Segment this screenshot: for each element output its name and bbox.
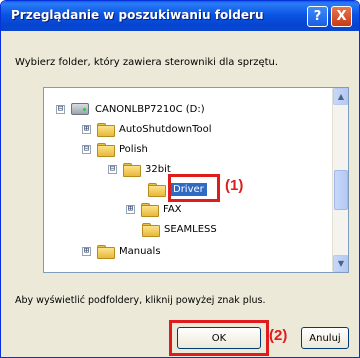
tree-item-polish[interactable]: ⊟ Polish — [82, 140, 148, 158]
folder-tree[interactable]: ⊟ CANONLBP7210C (D:) ⊞ AutoShutdownTool … — [43, 87, 349, 273]
tree-item-label: 32bit — [145, 163, 171, 175]
folder-icon — [141, 203, 159, 217]
tree-scrollbar[interactable]: ▲ ▼ — [332, 88, 348, 272]
tree-item-label: Manuals — [119, 245, 161, 257]
help-button[interactable]: ? — [307, 6, 328, 27]
tree-item-label: FAX — [163, 203, 182, 215]
collapse-icon[interactable]: ⊟ — [108, 164, 117, 174]
tree-item-fax[interactable]: ⊞ FAX — [126, 200, 182, 218]
folder-icon — [97, 245, 115, 259]
tree-item-label: AutoShutdownTool — [119, 123, 212, 135]
callout-2: (2) — [269, 327, 288, 344]
driver-highlight-box — [168, 174, 220, 202]
expand-icon[interactable]: ⊞ — [82, 124, 91, 134]
collapse-icon[interactable]: ⊟ — [82, 144, 91, 154]
tree-item-autoshutdowntool[interactable]: ⊞ AutoShutdownTool — [82, 120, 212, 138]
folder-open-icon — [148, 183, 166, 197]
folder-icon — [97, 123, 115, 137]
scroll-down-icon[interactable]: ▼ — [333, 255, 348, 272]
scroll-thumb[interactable] — [334, 170, 348, 210]
scroll-up-icon[interactable]: ▲ — [333, 88, 348, 105]
tree-item-manuals[interactable]: ⊞ Manuals — [82, 242, 161, 260]
hint-text: Aby wyświetlić podfoldery, kliknij powyż… — [15, 295, 266, 306]
folder-icon — [97, 143, 115, 157]
tree-item-label: CANONLBP7210C (D:) — [95, 103, 205, 115]
tree-item-label: SEAMLESS — [164, 223, 217, 235]
tree-item-seamless[interactable]: SEAMLESS — [142, 220, 217, 238]
collapse-icon[interactable]: ⊟ — [56, 104, 65, 114]
callout-1: (1) — [225, 177, 244, 194]
browse-folder-dialog: Przeglądanie w poszukiwaniu folderu ? X … — [0, 0, 360, 358]
tree-item-32bit[interactable]: ⊟ 32bit — [108, 160, 171, 178]
close-button[interactable]: X — [331, 6, 352, 27]
folder-icon — [123, 163, 141, 177]
title-bar[interactable]: Przeglądanie w poszukiwaniu folderu ? X — [1, 1, 359, 31]
instruction-text: Wybierz folder, który zawiera sterowniki… — [15, 57, 279, 68]
dialog-title: Przeglądanie w poszukiwaniu folderu — [11, 8, 264, 22]
ok-highlight-box — [169, 320, 269, 356]
tree-item-label: Polish — [119, 143, 148, 155]
tree-item-drive[interactable]: ⊟ CANONLBP7210C (D:) — [56, 100, 205, 118]
expand-icon[interactable]: ⊞ — [82, 246, 91, 256]
folder-icon — [142, 223, 160, 237]
drive-icon — [71, 103, 89, 115]
expand-icon[interactable]: ⊞ — [126, 204, 135, 214]
cancel-button[interactable]: Anuluj — [301, 327, 349, 349]
